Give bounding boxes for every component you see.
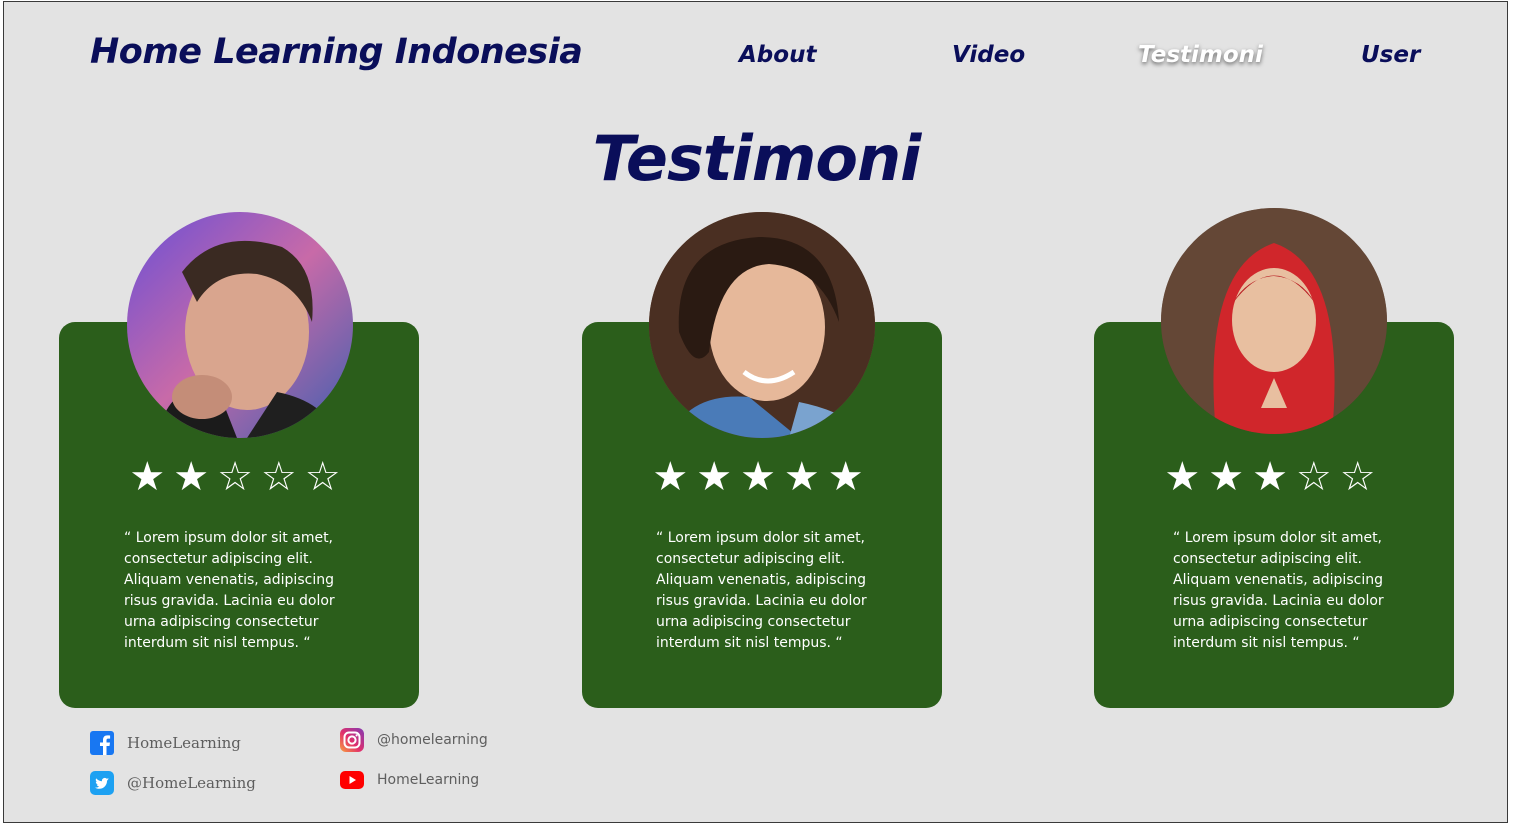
nav-testimoni[interactable]: Testimoni: [1138, 42, 1263, 68]
brand-title[interactable]: Home Learning Indonesia: [90, 32, 583, 72]
nav-user[interactable]: User: [1361, 42, 1420, 68]
star-rating: ★★☆☆☆: [129, 454, 349, 500]
twitter-icon: [90, 771, 114, 795]
page-frame: Home Learning Indonesia About Video Test…: [3, 1, 1508, 823]
facebook-label: HomeLearning: [127, 734, 241, 752]
page-title: Testimoni: [592, 122, 922, 195]
star-rating: ★★★★★: [652, 454, 872, 500]
twitter-link[interactable]: @HomeLearning: [90, 771, 256, 795]
avatar-photo-3: [1161, 208, 1387, 434]
youtube-link[interactable]: HomeLearning: [340, 768, 479, 792]
avatar-photo-2: [649, 212, 875, 438]
instagram-link[interactable]: @homelearning: [340, 728, 488, 752]
facebook-link[interactable]: HomeLearning: [90, 731, 241, 755]
testimonial-quote: “ Lorem ipsum dolor sit amet, consectetu…: [1173, 530, 1384, 651]
star-rating: ★★★☆☆: [1164, 454, 1384, 500]
nav-about[interactable]: About: [739, 42, 816, 68]
testimonial-quote: “ Lorem ipsum dolor sit amet, consectetu…: [656, 530, 867, 651]
testimonial-quote: “ Lorem ipsum dolor sit amet, consectetu…: [124, 530, 335, 651]
facebook-icon: [90, 731, 114, 755]
instagram-label: @homelearning: [377, 732, 488, 748]
instagram-icon: [340, 728, 364, 752]
youtube-icon: [340, 768, 364, 792]
youtube-label: HomeLearning: [377, 772, 480, 788]
nav-video[interactable]: Video: [952, 42, 1025, 68]
avatar-photo-1: [127, 212, 353, 438]
twitter-label: @HomeLearning: [127, 774, 256, 792]
